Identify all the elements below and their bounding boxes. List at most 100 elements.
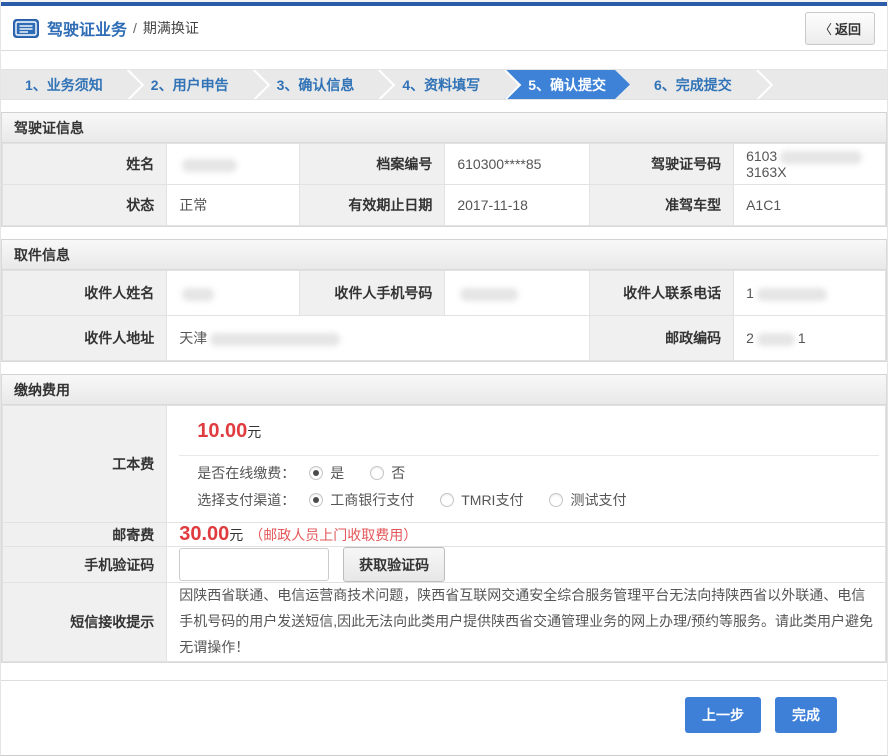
radio-icon (370, 466, 384, 480)
status-label: 状态 (3, 185, 167, 226)
license-no-label: 驾驶证号码 (590, 144, 734, 185)
recipient-address-value: 天津 (167, 316, 590, 361)
cost-amount: 10.00 (197, 420, 247, 442)
step-2-declaration[interactable]: 2、用户申告 (127, 70, 253, 99)
radio-online-pay-no[interactable]: 否 (370, 463, 405, 483)
sms-code-input[interactable] (179, 548, 329, 581)
step-bar-filler (756, 70, 887, 99)
step-1-notice[interactable]: 1、业务须知 (1, 70, 127, 99)
breadcrumb-current: 期满换证 (143, 18, 199, 38)
name-value (167, 144, 299, 185)
table-row: 手机验证码 获取验证码 (3, 547, 886, 583)
radio-channel-icbc[interactable]: 工商银行支付 (309, 490, 414, 510)
status-value: 正常 (167, 185, 299, 226)
pickup-section-title: 取件信息 (2, 240, 886, 270)
redacted-recipient-name (182, 288, 214, 301)
radio-channel-tmri[interactable]: TMRI支付 (440, 490, 523, 510)
footer-actions: 上一步 完成 (1, 681, 887, 733)
fees-section: 缴纳费用 工本费 10.00元 是否在线缴费： 是 否 (1, 374, 887, 663)
radio-channel-test[interactable]: 测试支付 (549, 490, 626, 510)
step-6-complete[interactable]: 6、完成提交 (630, 70, 756, 99)
radio-icon (309, 466, 323, 480)
pay-channel-label: 选择支付渠道： (197, 490, 295, 510)
page-title: 驾驶证业务 (47, 16, 127, 40)
name-label: 姓名 (3, 144, 167, 185)
redacted-address (210, 333, 340, 346)
sms-tip-label: 短信接收提示 (3, 583, 167, 662)
fees-table: 工本费 10.00元 是否在线缴费： 是 否 选 (2, 405, 886, 662)
radio-online-pay-yes[interactable]: 是 (309, 463, 344, 483)
postage-amount: 30.00 (179, 523, 229, 545)
sms-code-label: 手机验证码 (3, 547, 167, 583)
radio-label: 测试支付 (570, 490, 626, 510)
sms-code-cell: 获取验证码 (167, 547, 886, 583)
step-4-fill-data[interactable]: 4、资料填写 (378, 70, 504, 99)
redacted-name (182, 159, 237, 172)
table-row: 收件人姓名 收件人手机号码 收件人联系电话 1 (3, 271, 886, 316)
license-info-section: 驾驶证信息 姓名 档案编号 610300****85 驾驶证号码 6103316… (1, 112, 887, 227)
radio-icon (309, 493, 323, 507)
table-row: 工本费 10.00元 是否在线缴费： 是 否 选 (3, 406, 886, 523)
postage-fee-label: 邮寄费 (3, 523, 167, 547)
page-header: 驾驶证业务 / 期满换证 〈返回 (1, 6, 887, 51)
redacted-recipient-phone (757, 288, 827, 301)
cost-unit: 元 (247, 424, 261, 440)
pay-channel-row: 选择支付渠道： 工商银行支付 TMRI支付 测试支付 (179, 483, 879, 522)
radio-label: 是 (330, 463, 344, 483)
previous-step-button[interactable]: 上一步 (685, 697, 761, 733)
recipient-address-label: 收件人地址 (3, 316, 167, 361)
postcode-label: 邮政编码 (590, 316, 734, 361)
postage-fee-cell: 30.00元 （邮政人员上门收取费用） (167, 523, 886, 547)
cost-fee-label: 工本费 (3, 406, 167, 523)
cost-amount-row: 10.00元 (179, 406, 879, 456)
get-sms-code-button[interactable]: 获取验证码 (343, 547, 445, 582)
license-section-title: 驾驶证信息 (2, 113, 886, 143)
cost-fee-cell: 10.00元 是否在线缴费： 是 否 选择支付渠道： (167, 406, 886, 523)
radio-label: TMRI支付 (461, 490, 523, 510)
pickup-info-section: 取件信息 收件人姓名 收件人手机号码 收件人联系电话 1 收件人地址 天津 邮政… (1, 239, 887, 362)
postage-note: （邮政人员上门收取费用） (249, 527, 417, 543)
postcode-value: 21 (734, 316, 886, 361)
file-no-value: 610300****85 (445, 144, 590, 185)
redacted-postcode (757, 333, 795, 346)
redacted-recipient-mobile (460, 288, 518, 301)
table-row: 姓名 档案编号 610300****85 驾驶证号码 61033163X (3, 144, 886, 185)
recipient-mobile-label: 收件人手机号码 (299, 271, 445, 316)
radio-label: 否 (391, 463, 405, 483)
postage-unit: 元 (229, 527, 243, 543)
recipient-name-label: 收件人姓名 (3, 271, 167, 316)
license-info-table: 姓名 档案编号 610300****85 驾驶证号码 61033163X 状态 … (2, 143, 886, 226)
step-5-confirm-submit[interactable]: 5、确认提交 (504, 70, 630, 99)
radio-icon (440, 493, 454, 507)
table-row: 短信接收提示 因陕西省联通、电信运营商技术问题，陕西省互联网交通安全综合服务管理… (3, 583, 886, 662)
recipient-phone-label: 收件人联系电话 (590, 271, 734, 316)
recipient-phone-value: 1 (734, 271, 886, 316)
table-row: 收件人地址 天津 邮政编码 21 (3, 316, 886, 361)
license-no-value: 61033163X (734, 144, 886, 185)
pickup-info-table: 收件人姓名 收件人手机号码 收件人联系电话 1 收件人地址 天津 邮政编码 21 (2, 270, 886, 361)
radio-label: 工商银行支付 (330, 490, 414, 510)
back-arrow-icon: 〈 (819, 22, 832, 37)
radio-icon (549, 493, 563, 507)
expiry-value: 2017-11-18 (445, 185, 590, 226)
finish-button[interactable]: 完成 (775, 697, 837, 733)
step-3-confirm-info[interactable]: 3、确认信息 (253, 70, 379, 99)
recipient-mobile-value (445, 271, 590, 316)
vehicle-class-value: A1C1 (734, 185, 886, 226)
back-button[interactable]: 〈返回 (805, 12, 875, 45)
online-pay-label: 是否在线缴费： (197, 463, 295, 483)
redacted-license-no (780, 151, 862, 164)
file-no-label: 档案编号 (299, 144, 445, 185)
step-wizard: 1、业务须知 2、用户申告 3、确认信息 4、资料填写 5、确认提交 6、完成提… (1, 69, 887, 100)
license-list-icon (13, 19, 39, 38)
back-button-label: 返回 (835, 22, 861, 37)
online-pay-row: 是否在线缴费： 是 否 (179, 456, 879, 483)
table-row: 状态 正常 有效期止日期 2017-11-18 准驾车型 A1C1 (3, 185, 886, 226)
sms-tip-text: 因陕西省联通、电信运营商技术问题，陕西省互联网交通安全综合服务管理平台无法向持陕… (167, 583, 886, 662)
expiry-label: 有效期止日期 (299, 185, 445, 226)
fees-section-title: 缴纳费用 (2, 375, 886, 405)
breadcrumb-separator: / (133, 20, 137, 36)
table-row: 邮寄费 30.00元 （邮政人员上门收取费用） (3, 523, 886, 547)
vehicle-class-label: 准驾车型 (590, 185, 734, 226)
recipient-name-value (167, 271, 299, 316)
